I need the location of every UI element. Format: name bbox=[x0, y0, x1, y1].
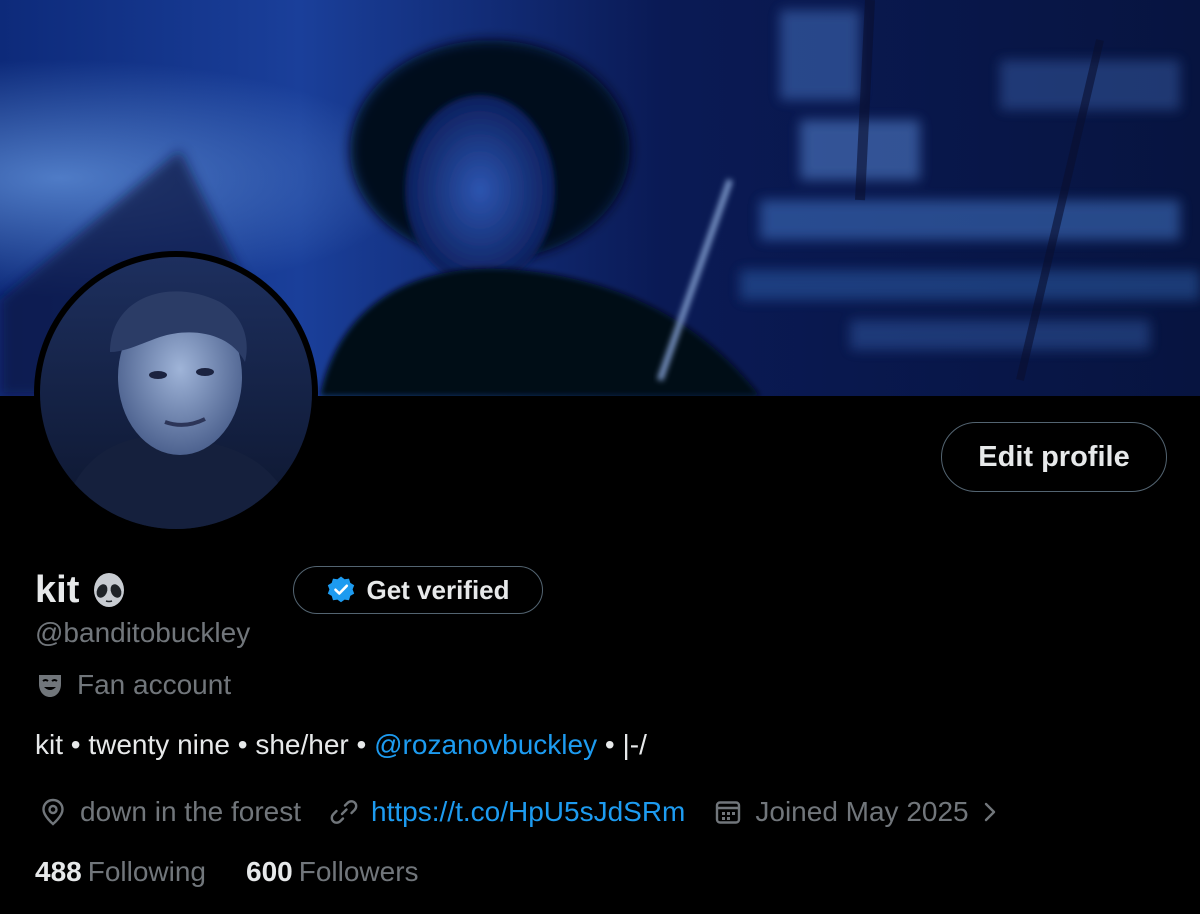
link-icon bbox=[330, 800, 358, 824]
avatar-image bbox=[40, 257, 312, 529]
profile-category-label: Fan account bbox=[77, 669, 232, 700]
chevron-right-icon bbox=[984, 802, 995, 822]
get-verified-label: Get verified bbox=[366, 574, 510, 605]
display-name: kit bbox=[35, 568, 80, 611]
profile-location: down in the forest bbox=[38, 796, 301, 828]
website-link[interactable]: https://t.co/HpU5sJdSRm bbox=[371, 796, 685, 828]
bio-text-before: kit • twenty nine • she/her • bbox=[35, 729, 375, 760]
profile-name-row: kit bbox=[35, 566, 129, 614]
followers-count: 600 bbox=[246, 856, 293, 887]
followers-label: Followers bbox=[298, 856, 419, 887]
alien-emoji-icon bbox=[94, 573, 125, 607]
bio-mention-link[interactable]: @rozanovbuckley bbox=[374, 729, 597, 760]
following-count: 488 bbox=[35, 856, 82, 887]
profile-website: https://t.co/HpU5sJdSRm bbox=[329, 796, 685, 828]
edit-profile-button[interactable]: Edit profile bbox=[941, 422, 1167, 492]
joined-text: Joined May 2025 bbox=[755, 796, 969, 827]
verified-badge-icon bbox=[328, 576, 355, 603]
following-label: Following bbox=[87, 856, 206, 887]
profile-handle: @banditobuckley bbox=[35, 617, 251, 648]
location-text: down in the forest bbox=[80, 796, 302, 827]
following-stat[interactable]: 488 Following bbox=[35, 856, 206, 888]
profile-meta-row: down in the forest https://t.co/HpU5sJdS… bbox=[38, 792, 1031, 832]
followers-stat[interactable]: 600 Followers bbox=[246, 856, 419, 888]
calendar-icon bbox=[716, 801, 741, 824]
profile-joined[interactable]: Joined May 2025 bbox=[713, 796, 1002, 828]
get-verified-button[interactable]: Get verified bbox=[293, 566, 543, 614]
profile-category: Fan account bbox=[35, 666, 231, 704]
profile-stats: 488 Following 600 Followers bbox=[35, 856, 459, 888]
bio-text-after: • |-/ bbox=[597, 729, 647, 760]
profile-bio: kit • twenty nine • she/her • @rozanovbu… bbox=[35, 729, 647, 761]
theater-mask-icon bbox=[39, 675, 61, 697]
avatar[interactable] bbox=[34, 251, 318, 535]
location-pin-icon bbox=[42, 798, 64, 826]
